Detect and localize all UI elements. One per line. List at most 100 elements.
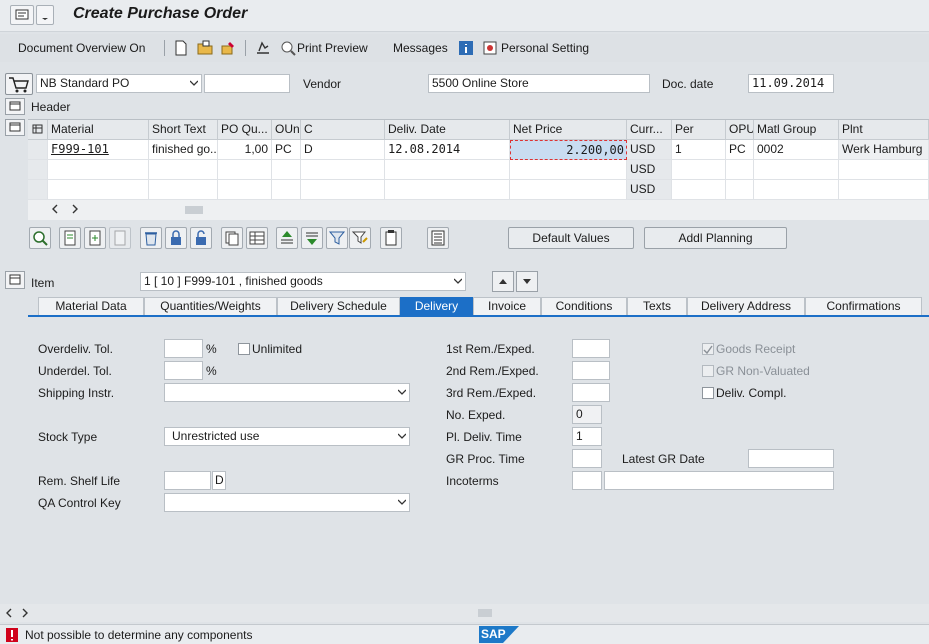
incoterms-location-field[interactable] <box>604 471 834 490</box>
page-horizontal-scrollbar[interactable] <box>0 604 929 622</box>
scroll-left-icon[interactable] <box>4 608 14 618</box>
shelf-life-unit-field[interactable]: D <box>212 471 226 490</box>
menu-dropdown-button[interactable] <box>36 5 54 25</box>
cell-plant[interactable] <box>839 180 929 200</box>
overdeliv-tol-field[interactable] <box>164 339 203 358</box>
cell-oun[interactable]: PC <box>272 140 301 160</box>
addl-planning-button[interactable]: Addl Planning <box>644 227 787 249</box>
qa-control-key-select[interactable] <box>164 493 410 512</box>
document-number-field[interactable] <box>204 74 290 93</box>
cell-short-text[interactable]: finished go... <box>149 140 218 160</box>
scroll-thumb[interactable] <box>185 206 203 214</box>
zoom-button[interactable] <box>29 227 51 249</box>
row-selector[interactable] <box>28 180 48 200</box>
row-selector[interactable] <box>28 140 48 160</box>
lock-item-button[interactable] <box>165 227 187 249</box>
cell-c[interactable] <box>301 180 385 200</box>
column-header-short-text[interactable]: Short Text <box>149 120 218 140</box>
filter-settings-button[interactable] <box>349 227 371 249</box>
cell-po-quantity[interactable] <box>218 180 272 200</box>
tab-quantities-weights[interactable]: Quantities/Weights <box>144 297 277 315</box>
latest-gr-date-field[interactable] <box>748 449 834 468</box>
cell-material[interactable] <box>48 180 149 200</box>
rem2-exped-field[interactable] <box>572 361 610 380</box>
cell-deliv-date[interactable] <box>385 180 510 200</box>
column-header-material[interactable]: Material <box>48 120 149 140</box>
items-collapse-button[interactable] <box>5 119 25 136</box>
cell-net-price[interactable] <box>510 180 627 200</box>
cell-opu[interactable]: PC <box>726 140 754 160</box>
cell-short-text[interactable] <box>149 180 218 200</box>
cell-short-text[interactable] <box>149 160 218 180</box>
cell-c[interactable]: D <box>301 140 385 160</box>
column-header-matl-group[interactable]: Matl Group <box>754 120 839 140</box>
column-header-oun[interactable]: OUn <box>272 120 301 140</box>
item-select[interactable]: 1 [ 10 ] F999-101 , finished goods <box>140 272 466 291</box>
cell-oun[interactable] <box>272 160 301 180</box>
new-document-icon[interactable] <box>173 40 189 56</box>
tab-texts[interactable]: Texts <box>627 297 687 315</box>
column-header-currency[interactable]: Curr... <box>627 120 672 140</box>
default-values-button[interactable]: Default Values <box>508 227 634 249</box>
cell-matl-group[interactable]: 0002 <box>754 140 839 160</box>
delete-item-button[interactable] <box>140 227 162 249</box>
info-icon[interactable] <box>458 40 474 56</box>
cell-per[interactable] <box>672 180 726 200</box>
tab-delivery[interactable]: Delivery <box>400 297 473 315</box>
row-selector[interactable] <box>28 160 48 180</box>
unlimited-checkbox[interactable] <box>238 343 250 355</box>
tab-delivery-address[interactable]: Delivery Address <box>687 297 805 315</box>
scroll-left-icon[interactable] <box>50 204 60 214</box>
item-collapse-button[interactable] <box>5 271 25 289</box>
underdel-tol-field[interactable] <box>164 361 203 380</box>
cell-deliv-date[interactable]: 12.08.2014 <box>385 140 510 160</box>
cell-plant[interactable]: Werk Hamburg <box>839 140 929 160</box>
next-item-button[interactable] <box>516 271 538 292</box>
rem-shelf-life-field[interactable] <box>164 471 211 490</box>
cell-oun[interactable] <box>272 180 301 200</box>
scroll-right-icon[interactable] <box>70 204 80 214</box>
cell-plant[interactable] <box>839 160 929 180</box>
column-header-po-quantity[interactable]: PO Qu... <box>218 120 272 140</box>
tab-invoice[interactable]: Invoice <box>473 297 541 315</box>
rem3-exped-field[interactable] <box>572 383 610 402</box>
header-expand-button[interactable] <box>5 98 25 115</box>
insert-item-button[interactable] <box>84 227 106 249</box>
previous-item-button[interactable] <box>492 271 514 292</box>
cell-per[interactable] <box>672 160 726 180</box>
gr-proc-time-field[interactable] <box>572 449 602 468</box>
sort-ascending-button[interactable] <box>276 227 298 249</box>
rem1-exped-field[interactable] <box>572 339 610 358</box>
cell-material[interactable] <box>48 160 149 180</box>
cell-c[interactable] <box>301 160 385 180</box>
scroll-right-icon[interactable] <box>20 608 30 618</box>
cell-matl-group[interactable] <box>754 180 839 200</box>
table-settings-header[interactable] <box>28 120 48 140</box>
cell-opu[interactable] <box>726 160 754 180</box>
document-type-select[interactable]: NB Standard PO <box>36 74 202 93</box>
menu-button[interactable] <box>10 5 34 25</box>
column-header-c[interactable]: C <box>301 120 385 140</box>
document-overview-button[interactable]: Document Overview On <box>18 41 145 55</box>
cart-button[interactable] <box>5 73 33 95</box>
status-message[interactable]: Not possible to determine any components <box>25 628 252 642</box>
cell-deliv-date[interactable] <box>385 160 510 180</box>
check-icon[interactable] <box>255 40 271 56</box>
print-preview-button[interactable]: Print Preview <box>297 41 368 55</box>
grid-horizontal-scrollbar[interactable] <box>28 200 929 220</box>
paste-item-button[interactable] <box>109 227 131 249</box>
personal-setting-button[interactable]: Personal Setting <box>501 41 589 55</box>
column-header-net-price[interactable]: Net Price <box>510 120 627 140</box>
column-header-per[interactable]: Per <box>672 120 726 140</box>
tab-conditions[interactable]: Conditions <box>541 297 627 315</box>
messages-button[interactable]: Messages <box>393 41 448 55</box>
pl-deliv-time-field[interactable]: 1 <box>572 427 602 446</box>
open-folder-icon[interactable] <box>197 40 213 56</box>
services-button[interactable] <box>380 227 402 249</box>
cell-net-price[interactable] <box>510 160 627 180</box>
filter-button[interactable] <box>326 227 348 249</box>
tab-material-data[interactable]: Material Data <box>38 297 144 315</box>
unlock-item-button[interactable] <box>190 227 212 249</box>
cell-material[interactable]: F999-101 <box>48 140 149 160</box>
layout-button[interactable] <box>427 227 449 249</box>
